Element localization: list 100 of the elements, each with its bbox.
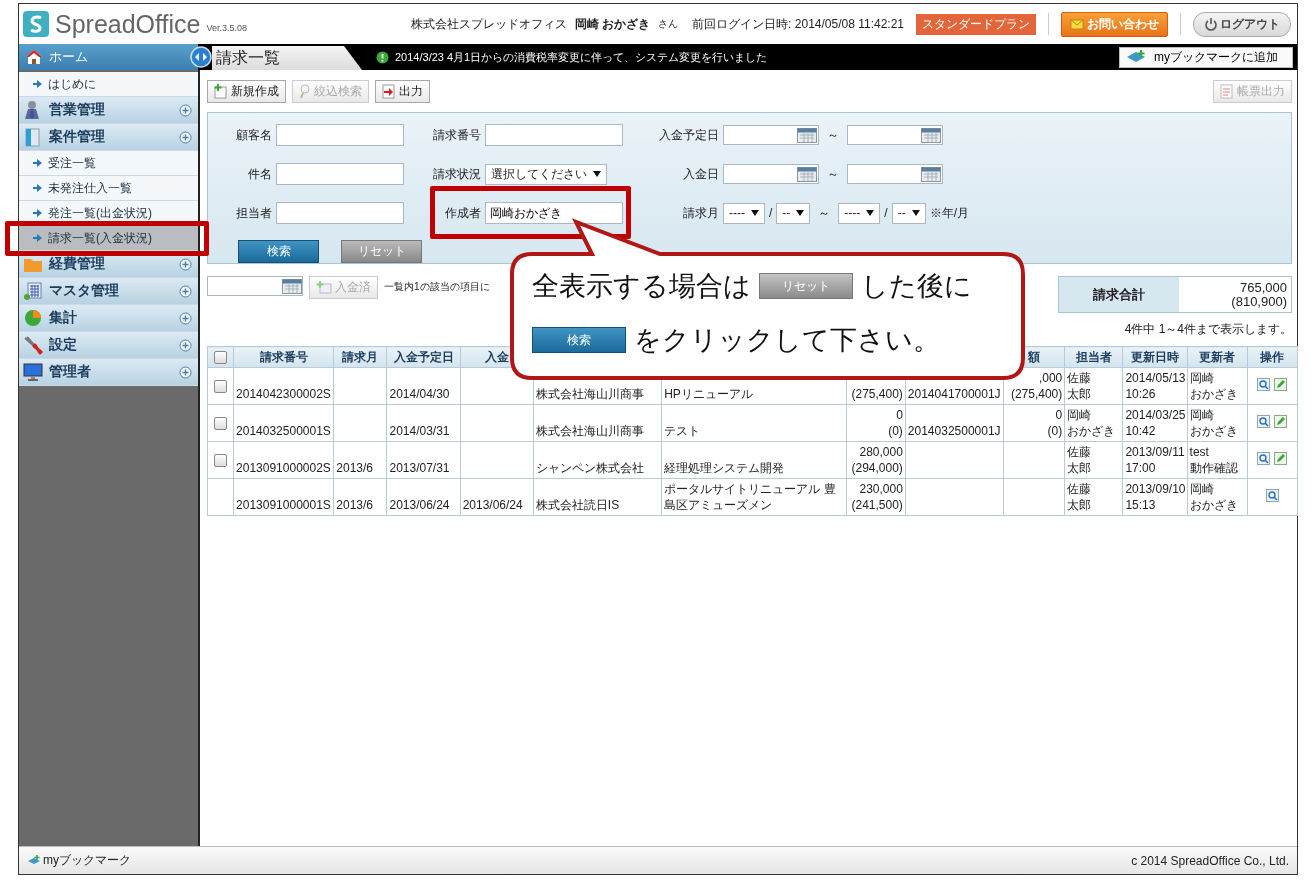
calendar-icon[interactable] [921,127,941,143]
sidebar-group[interactable]: マスタ管理 [19,278,198,305]
notice-text: 2014/3/23 4月1日からの消費税率変更に伴って、システム変更を行いました [395,49,768,65]
sidebar-group[interactable]: 管理者 [19,359,198,386]
view-icon[interactable] [1257,414,1271,428]
edit-icon[interactable] [1274,377,1288,391]
text-field[interactable] [276,124,404,146]
table-cell-text: 230,000 [858,481,903,497]
pliers-icon [23,335,43,355]
table-cell: ポータルサイトリニューアル 豊島区アミューズメン [661,478,847,516]
grid-icon [23,281,43,301]
logo-icon [23,11,49,37]
slash: / [884,206,888,220]
mail-icon [1070,18,1084,30]
column-header[interactable]: 請求月 [333,346,387,368]
edit-icon[interactable] [1274,451,1288,465]
sidebar-item[interactable]: 未発注仕入一覧 [19,176,198,201]
row-checkbox[interactable] [214,380,228,394]
date-field[interactable] [723,125,819,145]
version-label: Ver.3.5.08 [206,23,247,33]
calendar-icon[interactable] [797,127,817,143]
plus-icon[interactable] [179,311,192,325]
plus-icon[interactable] [179,103,192,117]
column-header[interactable]: 更新者 [1187,346,1248,368]
column-header[interactable]: 操作 [1247,346,1298,368]
toolbar-button[interactable]: 新規作成 [207,79,286,103]
table-cell-text: おかざき [1189,423,1239,439]
month-dropdown[interactable]: -- [776,202,811,224]
view-icon[interactable] [1257,377,1271,391]
year-dropdown[interactable]: ---- [838,202,881,224]
collapse-toggle-icon[interactable] [190,46,212,68]
field-label: 入金予定日 [658,126,719,144]
table-cell: 2013091000002S [233,441,334,479]
range-separator: ～ [827,165,839,183]
company-name: 株式会社スプレッドオフィス [410,15,567,33]
logout-button[interactable]: ログアウト [1193,11,1291,37]
edit-icon[interactable] [1274,414,1288,428]
text-field[interactable] [485,124,623,146]
plus-icon[interactable] [179,338,192,352]
slash: / [769,206,773,220]
alert-icon [376,50,389,64]
table-cell: 2013/07/31 [386,441,461,479]
table-cell-text: (294,000) [850,460,903,476]
hint-text: 一覧内1の該当の項目に [384,280,490,294]
sidebar-group[interactable]: 集計 [19,305,198,332]
column-header[interactable]: 担当者 [1064,346,1123,368]
search-icon [299,83,311,99]
text-field[interactable] [276,202,404,224]
table-cell-text: 佐藤 [1067,444,1093,460]
monitor-icon [23,362,43,382]
table-cell: 2013/06/24 [460,478,534,516]
sidebar-group[interactable]: 営業管理 [19,97,198,124]
column-header[interactable]: 請求番号 [233,346,334,368]
search-button[interactable]: 検索 [238,240,319,263]
search-button-sample: 検索 [532,327,626,353]
column-header[interactable]: 更新日時 [1122,346,1188,368]
plus-icon[interactable] [179,257,192,271]
date-field[interactable] [847,164,943,184]
date-field[interactable] [723,164,819,184]
table-cell-text: 太郎 [1067,497,1093,513]
table-cell: 2014/03/25 [1125,407,1185,423]
page-tab[interactable]: 請求一覧 [212,46,362,70]
select-all-checkbox[interactable] [214,351,228,365]
table-cell: 2014/04/30 [386,367,461,405]
calendar-icon[interactable] [921,166,941,182]
table-cell: 株式会社海山川商事 [533,404,662,442]
plus-icon[interactable] [179,130,192,144]
home-menu[interactable]: ホーム [19,44,198,70]
sidebar-item[interactable]: 請求一覧(入金状況) [19,226,198,251]
date-field[interactable] [847,125,943,145]
row-checkbox[interactable] [214,417,228,431]
row-checkbox[interactable] [214,454,228,468]
plus-icon[interactable] [179,365,192,379]
text-field[interactable] [276,163,404,185]
add-bookmark-button[interactable]: myブックマークに追加 [1119,46,1293,68]
sidebar-group[interactable]: 案件管理 [19,124,198,151]
home-icon [25,49,43,65]
arrow-icon [33,234,42,242]
sidebar-item[interactable]: はじめに [19,72,198,97]
date-field[interactable] [207,276,303,296]
column-header[interactable]: 入金予定日 [386,346,461,368]
year-dropdown[interactable]: ---- [723,202,765,224]
status-dropdown[interactable]: 選択してください [485,163,607,185]
view-icon[interactable] [1265,488,1279,502]
sidebar-group[interactable]: 設定 [19,332,198,359]
plus-icon[interactable] [179,284,192,298]
calendar-icon[interactable] [797,166,817,182]
month-dropdown[interactable]: -- [891,202,926,224]
table-cell-text: 太郎 [1067,460,1093,476]
text-field[interactable]: 岡崎おかざき [485,202,623,224]
bookmarks-link[interactable]: myブックマーク [27,852,131,869]
caret-icon [751,210,759,216]
table-cell: 2013/09/10 [1125,481,1185,497]
view-icon[interactable] [1257,451,1271,465]
sidebar-item[interactable]: 受注一覧 [19,151,198,176]
toolbar-button[interactable]: 出力 [375,79,430,103]
arrow-icon [33,209,42,217]
calendar-icon[interactable] [282,278,302,294]
table-cell: テスト [661,404,847,442]
table-cell-text: (275,400) [1009,386,1063,402]
